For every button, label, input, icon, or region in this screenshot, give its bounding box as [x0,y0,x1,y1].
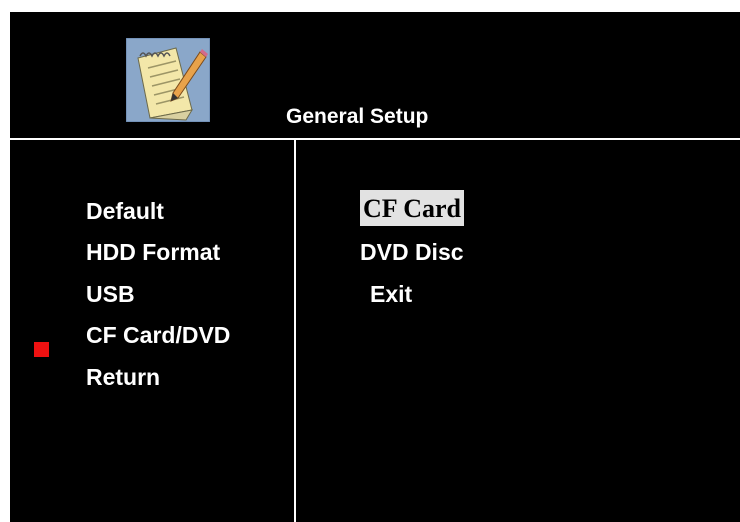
menu-item-return[interactable]: Return [86,364,160,391]
selection-marker-icon [34,342,49,357]
submenu-item-cf-card[interactable]: CF Card [360,190,464,226]
menu-item-hdd-format[interactable]: HDD Format [86,239,220,266]
submenu-item-exit[interactable]: Exit [370,281,412,308]
column-divider [294,140,296,522]
menu-item-usb[interactable]: USB [86,281,135,308]
menu-item-cf-card-dvd[interactable]: CF Card/DVD [86,322,230,349]
header-divider [10,138,740,140]
notepad-pencil-icon [126,38,210,122]
setup-screen: General Setup Default HDD Format USB CF … [10,12,740,522]
submenu-item-dvd-disc[interactable]: DVD Disc [360,239,464,266]
page-title: General Setup [286,105,429,128]
menu-item-default[interactable]: Default [86,198,164,225]
